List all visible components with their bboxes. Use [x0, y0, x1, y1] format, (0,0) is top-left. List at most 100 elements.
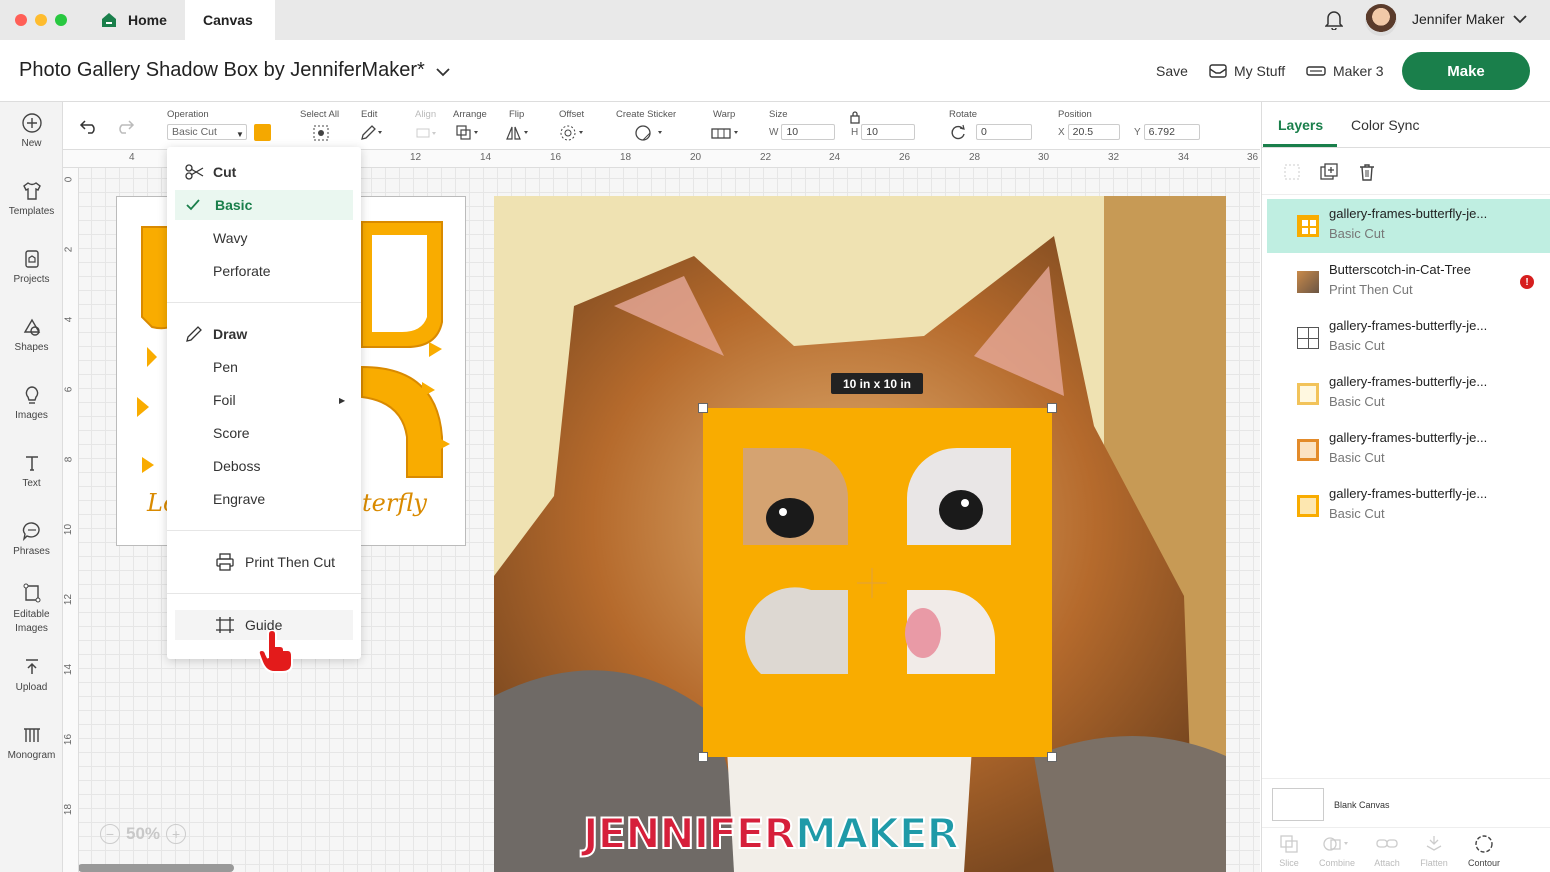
resize-handle[interactable] — [1047, 752, 1057, 762]
duplicate-icon[interactable] — [1319, 162, 1339, 182]
layer-type: Print Then Cut — [1329, 282, 1413, 297]
warp-icon[interactable] — [710, 124, 742, 142]
sidebar-item-templates[interactable]: Templates — [0, 180, 63, 217]
panel-divider — [1262, 194, 1550, 195]
resize-handle[interactable] — [698, 403, 708, 413]
minimize-window-button[interactable] — [35, 14, 47, 26]
sidebar-item-text[interactable]: Text — [0, 452, 63, 489]
ruler-tick: 6 — [63, 386, 75, 393]
resize-handle[interactable] — [1047, 403, 1057, 413]
menu-item-deboss-label: Deboss — [213, 458, 261, 474]
width-field[interactable]: W 10 — [769, 124, 836, 140]
menu-divider — [167, 530, 361, 531]
operation-select[interactable]: Basic Cut — [167, 124, 247, 140]
user-name[interactable]: Jennifer Maker — [1412, 11, 1505, 27]
menu-item-pen[interactable]: Pen — [167, 352, 361, 382]
position-x-value[interactable]: 20.5 — [1067, 124, 1120, 140]
layer-row[interactable]: gallery-frames-butterfly-je... Basic Cut — [1267, 479, 1550, 533]
make-button[interactable]: Make — [1402, 52, 1530, 90]
alert-icon[interactable]: ! — [1520, 275, 1534, 289]
sidebar-item-projects[interactable]: Projects — [0, 248, 63, 285]
horizontal-scrollbar[interactable] — [78, 864, 234, 872]
offset-icon[interactable] — [559, 124, 587, 142]
position-y-field[interactable]: Y 6.792 — [1134, 124, 1200, 140]
frame-windows — [743, 447, 1011, 674]
project-title[interactable]: Photo Gallery Shadow Box by JenniferMake… — [19, 59, 425, 82]
group-icon[interactable] — [1282, 162, 1302, 182]
width-value[interactable]: 10 — [781, 124, 836, 140]
bell-icon[interactable] — [1325, 10, 1343, 30]
contour-button[interactable]: Contour — [1454, 834, 1514, 868]
layer-row[interactable]: Butterscotch-in-Cat-Tree Print Then Cut … — [1267, 255, 1550, 309]
tab-home[interactable]: Home — [82, 0, 185, 40]
height-field[interactable]: H 10 — [851, 124, 916, 140]
create-sticker-label: Create Sticker — [616, 109, 677, 120]
my-stuff-button[interactable]: My Stuff — [1209, 63, 1285, 79]
menu-item-wavy-label: Wavy — [213, 230, 248, 246]
menu-item-engrave[interactable]: Engrave — [167, 484, 361, 514]
ruler-tick: 20 — [690, 152, 702, 163]
cat-photo[interactable]: 10 in x 10 in JENNIFERMAKER — [494, 196, 1226, 872]
arrange-icon[interactable] — [455, 124, 483, 142]
ruler-tick: 16 — [550, 152, 562, 163]
select-all-icon[interactable] — [312, 124, 330, 142]
edit-toolbar: Operation Basic Cut ▼ Select All Edit Al… — [63, 102, 1260, 150]
height-value[interactable]: 10 — [861, 124, 916, 140]
tab-color-sync[interactable]: Color Sync — [1351, 117, 1419, 133]
resize-handle[interactable] — [698, 752, 708, 762]
sidebar-item-new[interactable]: New — [0, 112, 63, 149]
edit-pencil-icon[interactable] — [359, 124, 385, 142]
sidebar-item-editable-images[interactable]: Editable Images — [0, 582, 63, 636]
position-x-label: X — [1058, 126, 1065, 138]
close-window-button[interactable] — [15, 14, 27, 26]
position-y-value[interactable]: 6.792 — [1143, 124, 1200, 140]
menu-item-wavy[interactable]: Wavy — [167, 223, 361, 253]
layer-row[interactable]: gallery-frames-butterfly-je... Basic Cut — [1267, 199, 1550, 253]
maximize-window-button[interactable] — [55, 14, 67, 26]
menu-item-foil[interactable]: Foil ▶ — [167, 385, 361, 415]
layer-row[interactable]: gallery-frames-butterfly-je... Basic Cut — [1267, 367, 1550, 421]
menu-item-score[interactable]: Score — [167, 418, 361, 448]
my-stuff-label: My Stuff — [1234, 63, 1286, 79]
slice-label: Slice — [1279, 858, 1299, 868]
position-x-field[interactable]: X 20.5 — [1058, 124, 1120, 140]
sidebar-item-upload[interactable]: Upload — [0, 656, 63, 693]
sidebar-item-shapes[interactable]: Shapes — [0, 316, 63, 353]
avatar[interactable] — [1365, 4, 1397, 36]
flip-icon[interactable] — [504, 124, 532, 142]
chevron-down-icon[interactable] — [436, 67, 450, 77]
size-tooltip: 10 in x 10 in — [831, 373, 923, 394]
machine-button[interactable]: Maker 3 — [1306, 63, 1384, 79]
sidebar-item-monogram[interactable]: Monogram — [0, 724, 63, 761]
warp-label: Warp — [713, 109, 736, 120]
undo-icon[interactable] — [79, 118, 99, 134]
menu-item-deboss[interactable]: Deboss — [167, 451, 361, 481]
trash-icon[interactable] — [1357, 162, 1377, 182]
menu-draw-label: Draw — [213, 326, 248, 342]
machine-label: Maker 3 — [1333, 63, 1384, 79]
chevron-down-icon[interactable] — [1513, 14, 1527, 24]
menu-item-perforate[interactable]: Perforate — [167, 256, 361, 286]
sticker-icon[interactable] — [633, 124, 667, 142]
zoom-out-button[interactable]: − — [100, 824, 120, 844]
tab-canvas[interactable]: Canvas — [185, 0, 275, 40]
menu-item-print-then-cut[interactable]: Print Then Cut — [167, 547, 361, 577]
selected-frame[interactable] — [698, 403, 1057, 762]
menu-item-basic[interactable]: Basic — [175, 190, 353, 220]
blank-canvas-row[interactable]: Blank Canvas — [1272, 788, 1542, 822]
sidebar-item-images[interactable]: Images — [0, 384, 63, 421]
align-icon[interactable] — [415, 124, 439, 142]
ruler-tick: 30 — [1038, 152, 1050, 163]
layer-row[interactable]: gallery-frames-butterfly-je... Basic Cut — [1267, 423, 1550, 477]
rotate-value[interactable]: 0 — [976, 124, 1032, 140]
redo-icon[interactable] — [115, 118, 135, 134]
rotate-field[interactable]: 0 — [949, 124, 1032, 140]
layer-row[interactable]: gallery-frames-butterfly-je... Basic Cut — [1267, 311, 1550, 365]
operation-color-swatch[interactable] — [254, 124, 271, 141]
tab-layers[interactable]: Layers — [1278, 117, 1323, 133]
save-button[interactable]: Save — [1156, 63, 1188, 79]
sidebar-item-phrases[interactable]: Phrases — [0, 520, 63, 557]
zoom-in-button[interactable]: + — [166, 824, 187, 844]
plus-circle-icon — [21, 113, 42, 133]
lock-icon[interactable] — [849, 110, 861, 124]
